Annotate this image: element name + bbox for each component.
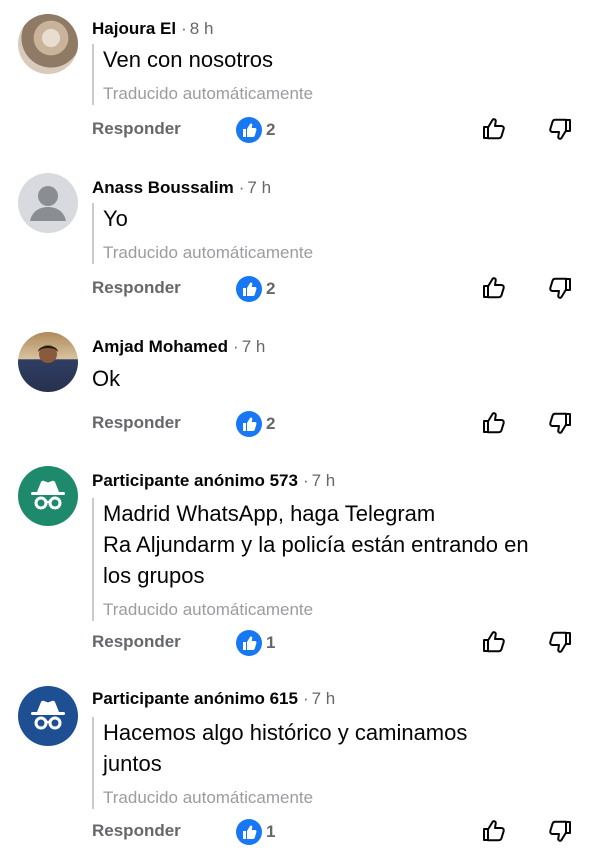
comment-header: Hajoura El · 8 h	[92, 18, 213, 40]
avatar[interactable]	[18, 466, 78, 526]
comment-header: Anass Boussalim · 7 h	[92, 177, 271, 199]
separator-dot: ·	[233, 337, 239, 356]
thumbs-up-icon[interactable]	[480, 409, 508, 437]
comment-actions: Responder 1	[0, 817, 597, 847]
avatar[interactable]	[18, 173, 78, 233]
thumbs-up-icon[interactable]	[480, 115, 508, 143]
comment-actions: Responder 2	[0, 115, 597, 145]
reply-button[interactable]: Responder	[92, 413, 181, 433]
comment-text-line: Hacemos algo histórico y caminamos	[103, 720, 468, 745]
like-badge-icon[interactable]	[236, 276, 262, 302]
comment-body: Yo Traducido automáticamente	[92, 203, 313, 264]
avatar[interactable]	[18, 686, 78, 746]
auto-translated-label[interactable]: Traducido automáticamente	[103, 83, 313, 105]
person-photo	[38, 345, 58, 363]
comment-text: Ok	[92, 366, 121, 391]
like-count[interactable]: 2	[266, 279, 275, 299]
thumbs-down-icon[interactable]	[546, 115, 574, 143]
thumbs-down-icon[interactable]	[546, 628, 574, 656]
like-count[interactable]: 2	[266, 414, 275, 434]
like-badge-icon[interactable]	[236, 117, 262, 143]
author-name[interactable]: Participante anónimo 615	[92, 689, 298, 708]
author-name[interactable]: Amjad Mohamed	[92, 337, 228, 356]
like-badge-icon[interactable]	[236, 630, 262, 656]
default-user-icon	[30, 186, 66, 221]
comment-text-line: Madrid WhatsApp, haga Telegram	[103, 501, 436, 526]
comment-text-line: juntos	[103, 751, 162, 776]
comment-text: Yo	[103, 206, 128, 231]
thumbs-up-icon[interactable]	[480, 817, 508, 845]
timestamp[interactable]: 7 h	[247, 178, 271, 197]
author-name[interactable]: Anass Boussalim	[92, 178, 234, 197]
comment-text: Ven con nosotros	[103, 47, 274, 72]
comment-text-line: los grupos	[103, 563, 205, 588]
comment-header: Amjad Mohamed · 7 h	[92, 336, 265, 358]
auto-translated-label[interactable]: Traducido automáticamente	[103, 242, 313, 264]
avatar[interactable]	[18, 14, 78, 74]
like-count[interactable]: 1	[266, 822, 275, 842]
comment-actions: Responder 2	[0, 409, 597, 439]
auto-translated-label[interactable]: Traducido automáticamente	[103, 599, 529, 621]
separator-dot: ·	[181, 19, 187, 38]
thumbs-up-icon[interactable]	[480, 274, 508, 302]
reply-button[interactable]: Responder	[92, 632, 181, 652]
author-name[interactable]: Participante anónimo 573	[92, 471, 298, 490]
comment-body: Ven con nosotros Traducido automáticamen…	[92, 44, 313, 105]
reply-button[interactable]: Responder	[92, 278, 181, 298]
timestamp[interactable]: 7 h	[312, 689, 336, 708]
like-count[interactable]: 2	[266, 120, 275, 140]
reply-button[interactable]: Responder	[92, 119, 181, 139]
reply-button[interactable]: Responder	[92, 821, 181, 841]
thumbs-down-icon[interactable]	[546, 409, 574, 437]
comment-body: Madrid WhatsApp, haga Telegram Ra Aljund…	[92, 498, 529, 621]
timestamp[interactable]: 8 h	[190, 19, 214, 38]
comment-text-line: Ra Aljundarm y la policía están entrando…	[103, 532, 529, 557]
incognito-icon	[31, 700, 65, 730]
comment-actions: Responder 2	[0, 274, 597, 304]
timestamp[interactable]: 7 h	[312, 471, 336, 490]
comment-body: Hacemos algo histórico y caminamos junto…	[92, 717, 467, 809]
timestamp[interactable]: 7 h	[242, 337, 266, 356]
thumbs-down-icon[interactable]	[546, 817, 574, 845]
comment-body: Ok	[92, 363, 120, 394]
incognito-icon	[31, 480, 65, 510]
comment-actions: Responder 1	[0, 628, 597, 658]
like-badge-icon[interactable]	[236, 819, 262, 845]
separator-dot: ·	[238, 178, 245, 197]
auto-translated-label[interactable]: Traducido automáticamente	[103, 787, 467, 809]
comment-header: Participante anónimo 573 · 7 h	[92, 470, 335, 492]
comment-header: Participante anónimo 615 · 7 h	[92, 688, 335, 710]
like-count[interactable]: 1	[266, 633, 275, 653]
like-badge-icon[interactable]	[236, 411, 262, 437]
author-name[interactable]: Hajoura El	[92, 19, 176, 38]
separator-dot: ·	[302, 471, 309, 490]
separator-dot: ·	[302, 689, 309, 708]
thumbs-up-icon[interactable]	[480, 628, 508, 656]
thumbs-down-icon[interactable]	[546, 274, 574, 302]
avatar[interactable]	[18, 332, 78, 392]
